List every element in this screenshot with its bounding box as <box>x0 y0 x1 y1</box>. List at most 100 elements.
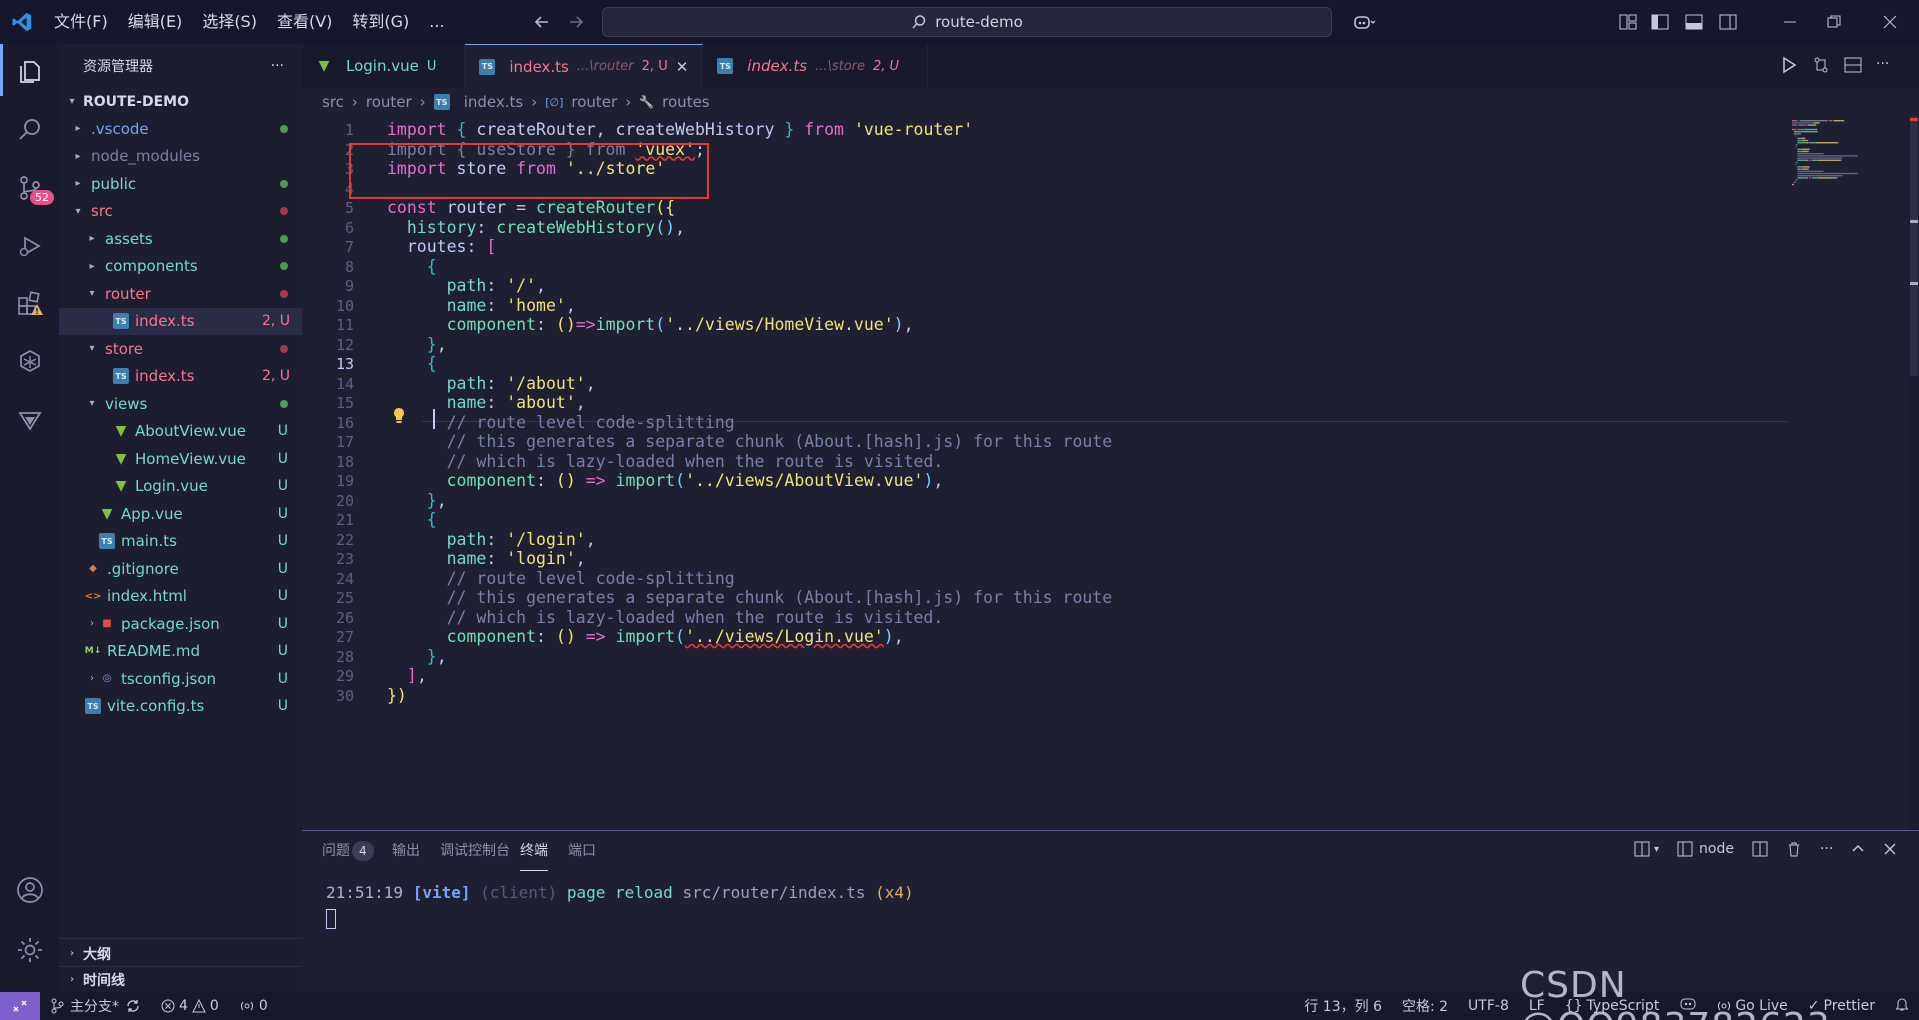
split-editor-icon[interactable] <box>1844 56 1862 74</box>
toggle-primary-sidebar-icon[interactable] <box>1646 8 1674 36</box>
explorer-icon[interactable] <box>0 46 59 98</box>
explorer-more-button[interactable]: ··· <box>271 58 284 74</box>
tree-item[interactable]: ▸ assets <box>59 225 302 252</box>
tree-item[interactable]: ▼ HomeView.vue U <box>59 445 302 472</box>
close-panel-icon[interactable] <box>1883 842 1897 856</box>
restore-icon[interactable] <box>1820 8 1848 36</box>
menu-item[interactable]: 文件(F) <box>44 0 118 44</box>
more-menu-button[interactable]: ... <box>419 0 454 44</box>
extensions-icon[interactable]: ! <box>0 278 59 330</box>
tree-item[interactable]: M↓ README.md U <box>59 638 302 665</box>
minimap[interactable] <box>1788 116 1908 830</box>
problems-indicator[interactable]: 4 0 <box>151 998 229 1014</box>
project-root[interactable]: ▾ ROUTE-DEMO <box>59 88 302 115</box>
vitest-icon[interactable] <box>0 394 59 446</box>
panel-tab[interactable]: 输出 <box>392 831 420 871</box>
editor-tab[interactable]: ▼ Login.vue U <box>302 44 466 88</box>
command-search-box[interactable]: route-demo <box>602 7 1332 37</box>
tree-item[interactable]: ▾ views <box>59 390 302 417</box>
panel-tab[interactable]: 调试控制台 <box>440 831 510 871</box>
tree-item[interactable]: › ■ package.json U <box>59 610 302 637</box>
editor-tab[interactable]: TS index.ts ...\store 2, U <box>703 44 929 88</box>
chevron-right-icon: › <box>69 974 75 985</box>
toggle-panel-icon[interactable] <box>1680 8 1708 36</box>
panel-tab[interactable]: 问题 <box>322 831 350 871</box>
tree-item[interactable]: ▼ AboutView.vue U <box>59 418 302 445</box>
indentation[interactable]: 空格: 2 <box>1392 996 1458 1016</box>
lightbulb-icon[interactable] <box>392 407 406 429</box>
minimap-token <box>1808 142 1810 144</box>
terminal-selector[interactable]: node <box>1677 841 1734 857</box>
breadcrumb-item[interactable]: src <box>322 93 344 111</box>
toggle-secondary-sidebar-icon[interactable] <box>1714 8 1742 36</box>
breadcrumb-item[interactable]: router <box>571 93 617 111</box>
manage-gear-icon[interactable] <box>0 924 59 976</box>
panel-more-button[interactable]: ··· <box>1820 841 1833 857</box>
minimap-token <box>1795 179 1797 181</box>
code-token: '../views/HomeView.vue' <box>665 315 894 334</box>
new-terminal-button[interactable]: ▾ <box>1634 841 1659 857</box>
tree-item[interactable]: › ◎ tsconfig.json U <box>59 665 302 692</box>
tree-item[interactable]: ▾ router <box>59 280 302 307</box>
remote-explorer-icon[interactable] <box>0 336 59 388</box>
forward-arrow-icon[interactable] <box>562 8 590 36</box>
tree-item[interactable]: TS index.ts 2, U <box>59 363 302 390</box>
split-panel-icon[interactable] <box>1752 841 1768 857</box>
tree-item[interactable]: TS main.ts U <box>59 528 302 555</box>
breadcrumb-item[interactable]: index.ts <box>464 93 524 111</box>
search-icon[interactable] <box>0 104 59 156</box>
cursor-position[interactable]: 行 13，列 6 <box>1294 996 1392 1016</box>
tree-item[interactable]: ◆ .gitignore U <box>59 555 302 582</box>
editor-tab[interactable]: TS index.ts ...\router 2, U ✕ <box>465 44 704 88</box>
branch-indicator[interactable]: 主分支* <box>40 996 151 1016</box>
menu-item[interactable]: 转到(G) <box>342 0 419 44</box>
trash-icon[interactable] <box>1786 841 1802 857</box>
sync-icon[interactable] <box>125 998 141 1014</box>
tree-item[interactable]: ▼ App.vue U <box>59 500 302 527</box>
maximize-panel-icon[interactable] <box>1851 842 1865 856</box>
tree-item-status: U <box>277 533 288 549</box>
tree-item[interactable]: TS vite.config.ts U <box>59 693 302 720</box>
tree-item[interactable]: ▾ src <box>59 198 302 225</box>
run-icon[interactable] <box>1780 56 1798 74</box>
panel-tab[interactable]: 端口 <box>568 831 596 871</box>
ports-indicator[interactable]: 0 <box>229 998 278 1014</box>
tree-item[interactable]: TS index.ts 2, U <box>59 307 302 335</box>
encoding[interactable]: UTF-8 <box>1458 998 1519 1014</box>
customize-layout-icon[interactable] <box>1614 8 1642 36</box>
close-window-icon[interactable] <box>1876 8 1904 36</box>
code-editor[interactable]: 1 import { createRouter, createWebHistory… <box>302 116 1919 830</box>
panel-tab[interactable]: 终端 <box>520 831 548 871</box>
breadcrumb-item[interactable]: routes <box>662 93 709 111</box>
code-token: 'home' <box>506 295 566 315</box>
tree-item[interactable]: ▾ store <box>59 335 302 362</box>
run-debug-icon[interactable] <box>0 220 59 272</box>
minimize-icon[interactable] <box>1776 8 1804 36</box>
tree-item[interactable]: ▸ components <box>59 253 302 280</box>
back-arrow-icon[interactable] <box>528 8 556 36</box>
tree-item[interactable]: ▸ public <box>59 170 302 197</box>
close-tab-icon[interactable]: ✕ <box>676 58 689 76</box>
menu-item[interactable]: 编辑(E) <box>118 0 193 44</box>
menu-item[interactable]: 查看(V) <box>267 0 342 44</box>
minimap-token <box>1801 139 1802 142</box>
minimap-token <box>1809 159 1811 161</box>
more-actions-button[interactable]: ··· <box>1876 56 1889 74</box>
tree-item[interactable]: ▸ .vscode <box>59 115 302 142</box>
menu-item[interactable]: 选择(S) <box>192 0 267 44</box>
timeline-section[interactable]: › 时间线 <box>59 966 302 993</box>
source-control-icon[interactable]: 52 <box>0 162 59 214</box>
tree-item[interactable]: ▸ node_modules <box>59 143 302 170</box>
copilot-icon[interactable] <box>1350 8 1378 36</box>
search-text: route-demo <box>935 13 1023 31</box>
remote-indicator-button[interactable] <box>0 992 40 1020</box>
tree-item[interactable]: ▼ Login.vue U <box>59 473 302 500</box>
vertical-scrollbar[interactable] <box>1908 116 1919 830</box>
accounts-icon[interactable] <box>0 864 59 916</box>
compare-changes-icon[interactable] <box>1812 56 1830 74</box>
breadcrumb-item[interactable]: router <box>366 93 412 111</box>
outline-section[interactable]: › 大纲 <box>59 940 302 967</box>
problems-count-badge: 4 <box>352 841 374 861</box>
tree-item[interactable]: <> index.html U <box>59 583 302 610</box>
